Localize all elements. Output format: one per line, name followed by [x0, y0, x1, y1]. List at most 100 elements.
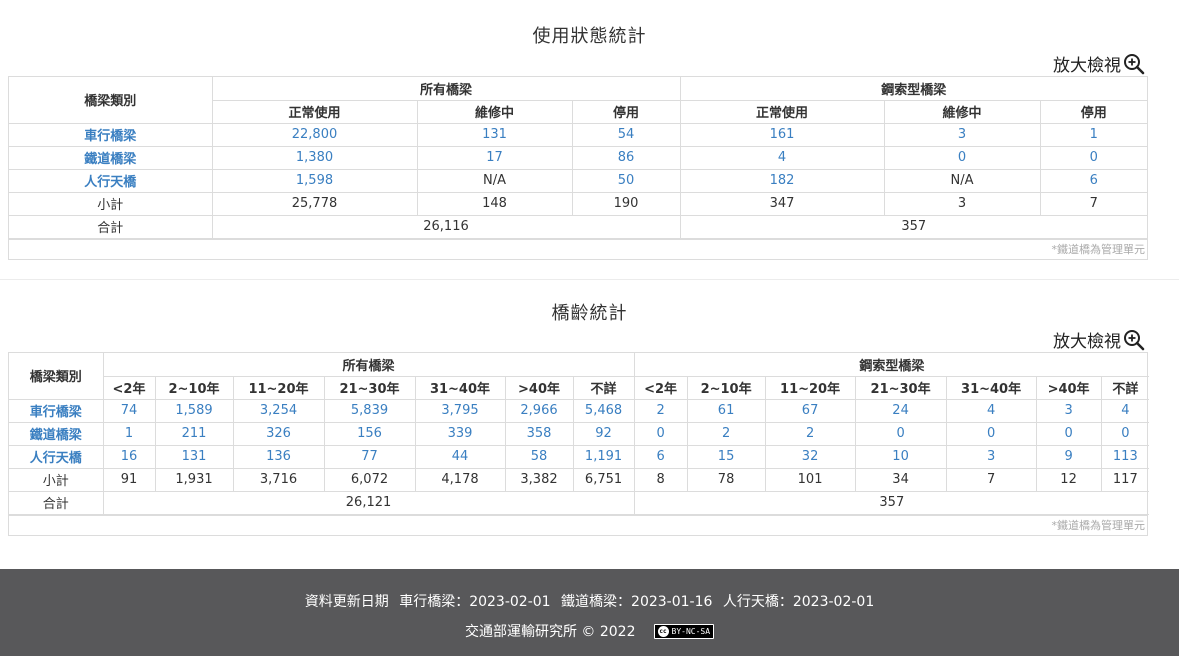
cell-link[interactable]: 24 — [854, 398, 947, 423]
cell-link[interactable]: 5,468 — [572, 398, 635, 423]
cell-value: N/A — [883, 168, 1041, 193]
cell-value: 190 — [571, 191, 681, 216]
cell-link[interactable]: 22,800 — [211, 122, 418, 147]
age-category-header: 橋梁類別 — [9, 353, 104, 400]
usage-zoom-button[interactable]: 放大檢視 — [1053, 51, 1145, 76]
row-link-rail[interactable]: 鐵道橋梁 — [9, 145, 213, 170]
age-col-header: <2年 — [633, 375, 688, 400]
cell-link[interactable]: 326 — [232, 421, 325, 446]
cell-link[interactable]: 339 — [414, 421, 506, 446]
cell-link[interactable]: 1 — [1039, 122, 1148, 147]
update-label: 資料更新日期 — [304, 594, 389, 610]
age-col-header: 31~40年 — [414, 375, 506, 400]
cell-link[interactable]: 3 — [1035, 398, 1102, 423]
age-col-header: 2~10年 — [686, 375, 766, 400]
cell-link[interactable]: 67 — [764, 398, 856, 423]
cell-link[interactable]: 6 — [1039, 168, 1148, 193]
cell-link[interactable]: 1,191 — [572, 444, 635, 469]
cell-link[interactable]: 3,795 — [414, 398, 506, 423]
cell-value: 91 — [102, 467, 156, 492]
cell-link[interactable]: 92 — [572, 421, 635, 446]
cell-link[interactable]: 32 — [764, 444, 856, 469]
cell-link[interactable]: 58 — [504, 444, 574, 469]
cell-link[interactable]: 2 — [633, 398, 688, 423]
cell-link[interactable]: 156 — [323, 421, 416, 446]
cell-link[interactable]: 5,839 — [323, 398, 416, 423]
copyright-line: 交通部運輸研究所 © 2022 cc BY-NC-SA — [0, 621, 1179, 641]
cell-link[interactable]: 50 — [571, 168, 681, 193]
cell-link[interactable]: 358 — [504, 421, 574, 446]
update-pedestrian: 人行天橋：2023-02-01 — [722, 594, 875, 610]
cell-link[interactable]: 113 — [1100, 444, 1150, 469]
cell-value: 347 — [679, 191, 885, 216]
cell-link[interactable]: 74 — [102, 398, 156, 423]
age-col-header: 2~10年 — [154, 375, 234, 400]
cell-link[interactable]: 131 — [416, 122, 573, 147]
row-link-road[interactable]: 車行橋梁 — [9, 122, 213, 147]
cell-link[interactable]: 1,598 — [211, 168, 418, 193]
cell-value: 117 — [1100, 467, 1150, 492]
age-col-header: 不詳 — [572, 375, 635, 400]
row-link-pedestrian[interactable]: 人行天橋 — [9, 168, 213, 193]
age-col-header: >40年 — [1035, 375, 1102, 400]
cell-link[interactable]: 0 — [1039, 145, 1148, 170]
cell-value: 4,178 — [414, 467, 506, 492]
age-group-all-header: 所有橋梁 — [102, 353, 635, 377]
cell-link[interactable]: 10 — [854, 444, 947, 469]
total-cable: 357 — [679, 214, 1148, 239]
cell-link[interactable]: 3 — [945, 444, 1037, 469]
cell-link[interactable]: 61 — [686, 398, 766, 423]
cell-link[interactable]: 0 — [1035, 421, 1102, 446]
update-rail: 鐵道橋梁：2023-01-16 — [561, 594, 713, 610]
cell-link[interactable]: 6 — [633, 444, 688, 469]
cell-link[interactable]: 54 — [571, 122, 681, 147]
cell-link[interactable]: 9 — [1035, 444, 1102, 469]
cell-link[interactable]: 4 — [679, 145, 885, 170]
cell-link[interactable]: 4 — [1100, 398, 1150, 423]
cell-link[interactable]: 77 — [323, 444, 416, 469]
subtotal-row: 小計 25,778 148 190 347 3 7 — [9, 191, 1148, 216]
cell-link[interactable]: 136 — [232, 444, 325, 469]
age-col-header: 21~30年 — [854, 375, 947, 400]
cell-link[interactable]: 131 — [154, 444, 234, 469]
subtotal-label: 小計 — [9, 191, 213, 216]
usage-section: 使用狀態統計 放大檢視 橋梁類別 所有橋梁 鋼索型橋梁 正常使用 維修中 停用 — [0, 0, 1179, 280]
total-label: 合計 — [9, 490, 104, 515]
cell-link[interactable]: 211 — [154, 421, 234, 446]
cell-value: 3,382 — [504, 467, 574, 492]
cell-link[interactable]: 2 — [764, 421, 856, 446]
cell-link[interactable]: 86 — [571, 145, 681, 170]
cell-value: 148 — [416, 191, 573, 216]
cell-link[interactable]: 0 — [945, 421, 1037, 446]
age-section: 橋齡統計 放大檢視 橋梁類別 所有橋梁 鋼索型橋梁 <2年 2~10年 11~20年… — [0, 280, 1179, 570]
cell-value: 3,716 — [232, 467, 325, 492]
cell-link[interactable]: 0 — [883, 145, 1041, 170]
cell-link[interactable]: 15 — [686, 444, 766, 469]
age-col-header: <2年 — [103, 375, 156, 400]
cell-link[interactable]: 3,254 — [232, 398, 325, 423]
cell-link[interactable]: 1 — [102, 421, 156, 446]
cell-link[interactable]: 17 — [416, 145, 573, 170]
cell-link[interactable]: 4 — [945, 398, 1037, 423]
cell-link[interactable]: 182 — [679, 168, 885, 193]
cell-value: 3 — [883, 191, 1041, 216]
cell-link[interactable]: 3 — [883, 122, 1041, 147]
usage-footnote: *鐵道橋為管理單元 — [9, 238, 1147, 259]
row-link-rail[interactable]: 鐵道橋梁 — [9, 421, 104, 446]
row-link-pedestrian[interactable]: 人行天橋 — [9, 444, 104, 469]
cell-link[interactable]: 0 — [854, 421, 947, 446]
age-zoom-button[interactable]: 放大檢視 — [1053, 327, 1145, 352]
cell-link[interactable]: 161 — [679, 122, 885, 147]
cell-link[interactable]: 2,966 — [504, 398, 574, 423]
usage-col-header: 維修中 — [883, 99, 1041, 124]
cell-link[interactable]: 1,589 — [154, 398, 234, 423]
cell-link[interactable]: 0 — [1100, 421, 1150, 446]
cell-link[interactable]: 0 — [633, 421, 688, 446]
cell-link[interactable]: 2 — [686, 421, 766, 446]
cell-link[interactable]: 1,380 — [211, 145, 418, 170]
row-link-road[interactable]: 車行橋梁 — [9, 398, 104, 423]
cell-link[interactable]: 16 — [102, 444, 156, 469]
cell-link[interactable]: 44 — [414, 444, 506, 469]
cc-license-badge[interactable]: cc BY-NC-SA — [653, 623, 715, 639]
license-label: BY-NC-SA — [671, 626, 711, 636]
